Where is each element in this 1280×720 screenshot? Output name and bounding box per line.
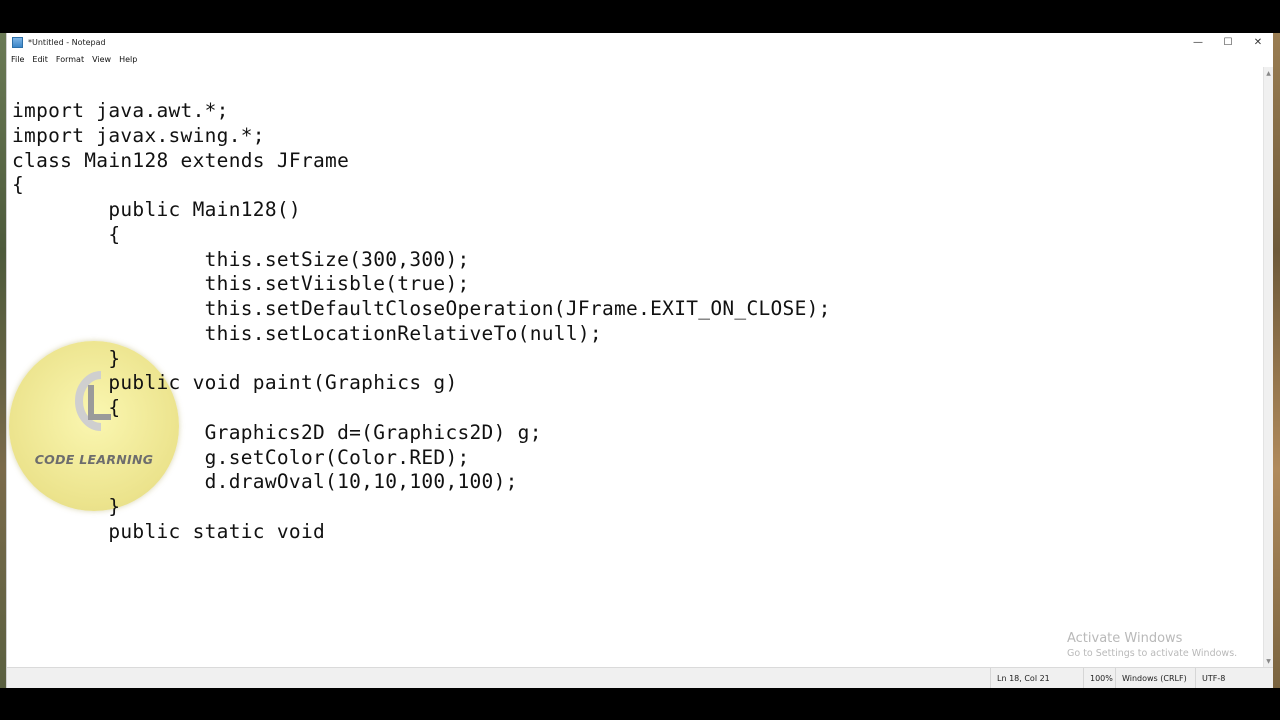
code-line: this.setViisble(true);	[12, 272, 470, 296]
menu-format[interactable]: Format	[56, 55, 84, 64]
activate-windows-title: Activate Windows	[1067, 631, 1183, 646]
activate-windows-notice: Activate Windows Go to Settings to activ…	[1067, 631, 1237, 659]
code-line: this.setDefaultCloseOperation(JFrame.EXI…	[12, 297, 831, 320]
menu-file[interactable]: File	[11, 55, 24, 64]
activate-windows-subtitle: Go to Settings to activate Windows.	[1067, 648, 1238, 659]
code-line: }	[12, 495, 121, 518]
scroll-up-icon[interactable]: ▲	[1264, 69, 1273, 78]
minimize-button[interactable]: —	[1183, 33, 1213, 51]
code-line: public static void	[12, 519, 326, 543]
code-line: import javax.swing.*;	[12, 123, 265, 147]
desktop-background-right	[1272, 33, 1280, 688]
code-line: {	[12, 222, 121, 246]
status-cursor-position: Ln 18, Col 21	[990, 668, 1083, 688]
status-encoding: UTF-8	[1195, 668, 1273, 688]
window-controls: — ☐ ✕	[1183, 33, 1273, 51]
code-line: Graphics2D d=(Graphics2D) g;	[12, 420, 542, 444]
code-line: public Main128()	[12, 198, 301, 221]
code-line: d.drawOval(10,10,100,100);	[12, 470, 518, 494]
scroll-down-icon[interactable]: ▼	[1264, 657, 1273, 666]
status-line-ending: Windows (CRLF)	[1115, 668, 1195, 688]
code-line: class Main128 extends JFrame	[12, 148, 350, 172]
status-bar: Ln 18, Col 21 100% Windows (CRLF) UTF-8	[7, 667, 1273, 688]
code-line: {	[12, 396, 121, 419]
code-line: this.setLocationRelativeTo(null);	[12, 321, 602, 345]
code-line: import java.awt.*;	[12, 99, 229, 122]
maximize-button[interactable]: ☐	[1213, 33, 1243, 51]
notepad-icon	[12, 36, 23, 48]
title-bar[interactable]: *Untitled - Notepad — ☐ ✕	[7, 33, 1273, 51]
menu-view[interactable]: View	[92, 55, 111, 64]
vertical-scrollbar[interactable]: ▲ ▼	[1263, 67, 1273, 668]
code-line: this.setSize(300,300);	[12, 247, 470, 271]
close-button[interactable]: ✕	[1243, 33, 1273, 51]
notepad-window: *Untitled - Notepad — ☐ ✕ File Edit Form…	[6, 33, 1273, 688]
code-line: g.setColor(Color.RED);	[12, 445, 470, 469]
code-line: {	[12, 173, 25, 197]
window-title: *Untitled - Notepad	[28, 37, 106, 47]
menu-help[interactable]: Help	[119, 55, 137, 64]
menu-edit[interactable]: Edit	[32, 55, 48, 64]
menu-bar: File Edit Format View Help	[7, 51, 1273, 67]
text-editor-area[interactable]: CODE LEARNING import java.awt.*; import j…	[7, 67, 1264, 668]
code-line: }	[12, 346, 121, 370]
code-line: public void paint(Graphics g)	[12, 371, 458, 395]
